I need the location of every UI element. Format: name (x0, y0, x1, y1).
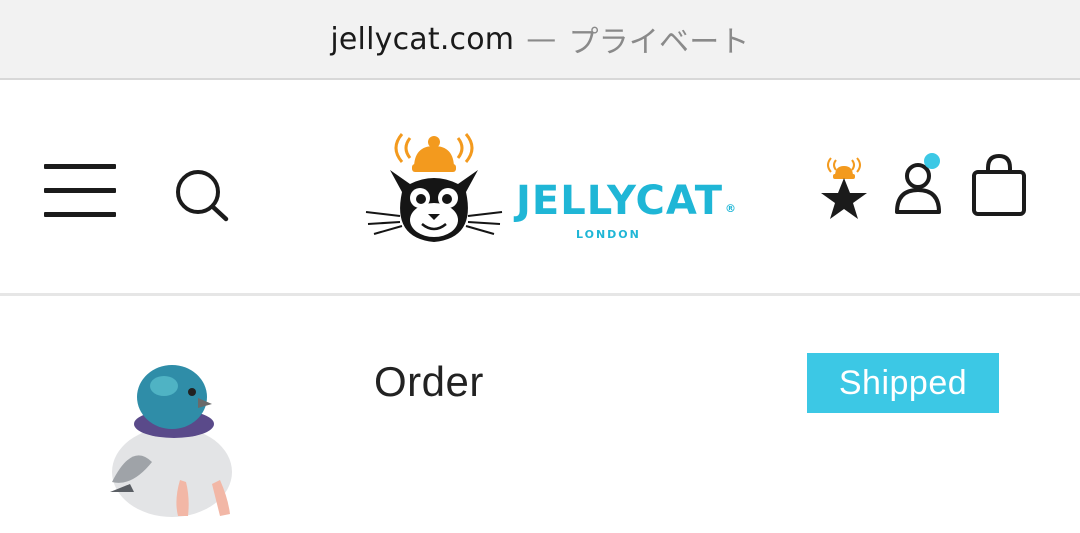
site-header: JELLYCAT ® LONDON (0, 82, 1080, 296)
private-mode-label: プライベート (568, 25, 750, 60)
logo-wordmark: JELLYCAT ® (516, 178, 737, 224)
pigeon-plush-product-image[interactable] (102, 362, 252, 522)
jellycat-logo[interactable]: JELLYCAT ® LONDON (362, 128, 736, 248)
order-title: Order (374, 358, 484, 405)
account-notification-dot (924, 153, 940, 169)
star-bell-icon[interactable] (814, 156, 874, 222)
address-domain: jellycat.com (330, 21, 515, 57)
account-icon[interactable] (894, 152, 946, 216)
browser-address-bar[interactable]: jellycat.com — プライベート (0, 0, 1080, 80)
logo-subtitle: LONDON (576, 228, 641, 241)
address-separator: — (526, 21, 557, 57)
search-icon[interactable] (172, 166, 232, 222)
cat-face-logo-icon (365, 133, 503, 242)
hamburger-menu-icon[interactable] (44, 164, 116, 218)
shopping-bag-icon[interactable] (970, 154, 1028, 218)
order-subtitle-placeholder (380, 432, 700, 440)
order-status-badge: Shipped (807, 353, 999, 413)
